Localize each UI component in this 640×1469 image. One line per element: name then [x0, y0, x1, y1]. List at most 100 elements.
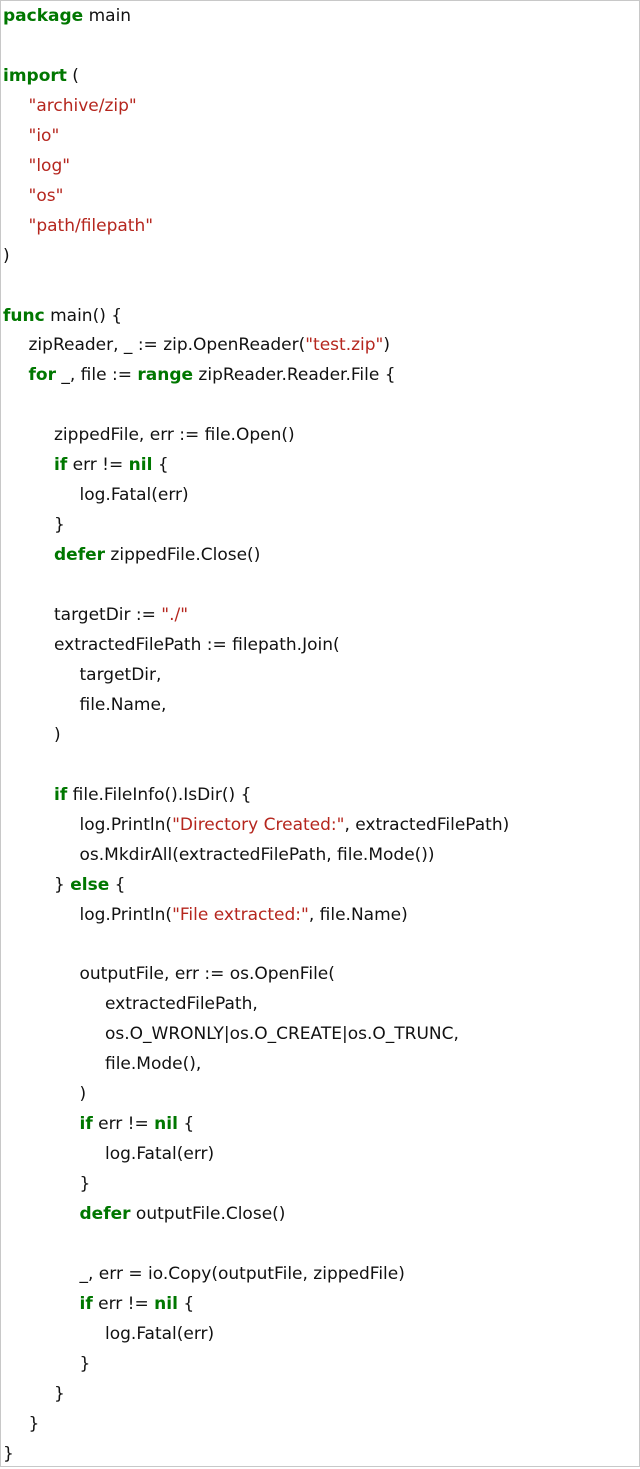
code-line: file.Name,	[80, 690, 167, 720]
code-panel: package main import ("archive/zip" "io" "lo…	[0, 0, 640, 1467]
code-line: zipReader, _ := zip.OpenReader("test.zip…	[29, 330, 391, 360]
code-keyword: if	[54, 784, 68, 805]
code-text: zipReader.Reader.File {	[193, 365, 396, 386]
code-line: file.Mode(),	[105, 1049, 201, 1079]
code-line: log.Println("File extracted:", file.Name…	[80, 900, 408, 930]
code-line: package main	[3, 1, 131, 31]
code-line: if file.FileInfo().IsDir() {	[54, 780, 251, 810]
code-line: )	[54, 720, 61, 750]
code-text: }	[54, 1383, 65, 1404]
code-line: }	[54, 510, 65, 540]
code-keyword: nil	[128, 455, 153, 476]
code-text: _, file :=	[55, 365, 138, 386]
code-line: targetDir := "./"	[54, 600, 188, 630]
code-keyword: for	[28, 365, 56, 386]
code-text: {	[109, 874, 126, 895]
code-text: file.FileInfo().IsDir() {	[67, 784, 252, 805]
code-text: os.MkdirAll(extractedFilePath, file.Mode…	[79, 844, 435, 865]
code-line: log.Fatal(err)	[105, 1139, 214, 1169]
code-text: }	[54, 874, 71, 895]
code-line: defer outputFile.Close()	[80, 1199, 286, 1229]
code-line: if err != nil {	[80, 1289, 195, 1319]
code-line: }	[29, 1409, 40, 1439]
code-text: )	[383, 335, 391, 356]
code-keyword: if	[79, 1114, 93, 1135]
code-text: }	[54, 515, 65, 536]
code-string: "io"	[28, 125, 60, 146]
code-line: log.Fatal(err)	[105, 1319, 214, 1349]
code-line: extractedFilePath,	[105, 989, 258, 1019]
code-text: log.Println(	[79, 904, 173, 925]
code-line: } else {	[54, 870, 125, 900]
code-keyword: if	[54, 455, 68, 476]
code-line: extractedFilePath := filepath.Join(	[54, 630, 340, 660]
code-line: if err != nil {	[80, 1109, 195, 1139]
code-line: )	[3, 241, 10, 271]
code-text: log.Fatal(err)	[105, 1323, 215, 1344]
code-line: for _, file := range zipReader.Reader.Fi…	[29, 360, 396, 390]
code-text: zipReader, _ := zip.OpenReader(	[28, 335, 306, 356]
code-text: log.Println(	[79, 814, 173, 835]
code-keyword: range	[137, 365, 194, 386]
code-keyword: package	[3, 6, 84, 26]
code-text: }	[79, 1353, 91, 1374]
code-line: }	[3, 1439, 14, 1469]
code-text: os.O_WRONLY|os.O_CREATE|os.O_TRUNC,	[105, 1024, 459, 1045]
code-text: {	[177, 1293, 195, 1314]
code-keyword: func	[3, 305, 45, 326]
code-line: }	[80, 1169, 91, 1199]
code-text: zippedFile, err := file.Open()	[54, 425, 295, 446]
code-text: _, err = io.Copy(outputFile, zippedFile)	[79, 1263, 405, 1284]
code-text: targetDir :=	[54, 605, 162, 625]
code-string: "Directory Created:"	[172, 814, 345, 835]
code-line: zippedFile, err := file.Open()	[54, 420, 295, 450]
code-string: "log"	[28, 155, 71, 176]
code-text: err !=	[92, 1293, 155, 1314]
code-text: }	[28, 1413, 40, 1434]
code-string: "path/filepath"	[28, 215, 154, 236]
code-line: "io"	[29, 121, 60, 151]
code-line: "archive/zip"	[29, 91, 137, 121]
code-string: "os"	[28, 185, 64, 206]
code-text: err !=	[67, 455, 129, 476]
code-text: )	[79, 1084, 87, 1105]
code-text: }	[3, 1443, 14, 1464]
code-text: {	[152, 455, 169, 476]
code-string: "File extracted:"	[172, 904, 309, 925]
code-line: os.MkdirAll(extractedFilePath, file.Mode…	[80, 840, 435, 870]
code-line: )	[80, 1079, 87, 1109]
code-text: file.Mode(),	[105, 1054, 202, 1075]
code-text: targetDir,	[79, 664, 162, 685]
code-line: if err != nil {	[54, 450, 169, 480]
code-line: func main() {	[3, 301, 122, 331]
code-line: }	[54, 1379, 65, 1409]
code-line: "path/filepath"	[29, 211, 154, 241]
code-text: zippedFile.Close()	[105, 545, 261, 566]
code-string: "./"	[161, 605, 189, 625]
code-text: (	[66, 65, 79, 86]
code-text: )	[3, 245, 10, 266]
code-line: log.Fatal(err)	[80, 480, 189, 510]
code-line: outputFile, err := os.OpenFile(	[80, 959, 335, 989]
code-string: "test.zip"	[305, 335, 384, 356]
code-text: err !=	[92, 1114, 155, 1135]
code-text: )	[54, 724, 61, 745]
code-text: }	[79, 1174, 91, 1195]
code-line: import (	[3, 61, 79, 91]
code-keyword: nil	[154, 1293, 178, 1314]
code-text: , file.Name)	[308, 904, 408, 925]
code-text: outputFile.Close()	[130, 1204, 286, 1224]
code-line: "os"	[29, 181, 64, 211]
code-text: file.Name,	[79, 694, 167, 715]
code-keyword: defer	[79, 1204, 131, 1224]
code-keyword: import	[3, 65, 67, 86]
code-text: extractedFilePath := filepath.Join(	[54, 634, 340, 655]
code-text: main	[83, 6, 132, 26]
code-text: extractedFilePath,	[105, 994, 258, 1015]
code-keyword: nil	[154, 1114, 178, 1135]
code-text: , extractedFilePath)	[344, 814, 510, 835]
code-line: defer zippedFile.Close()	[54, 540, 260, 570]
code-line: targetDir,	[80, 660, 162, 690]
code-line: }	[80, 1349, 91, 1379]
code-text: log.Fatal(err)	[79, 485, 189, 506]
